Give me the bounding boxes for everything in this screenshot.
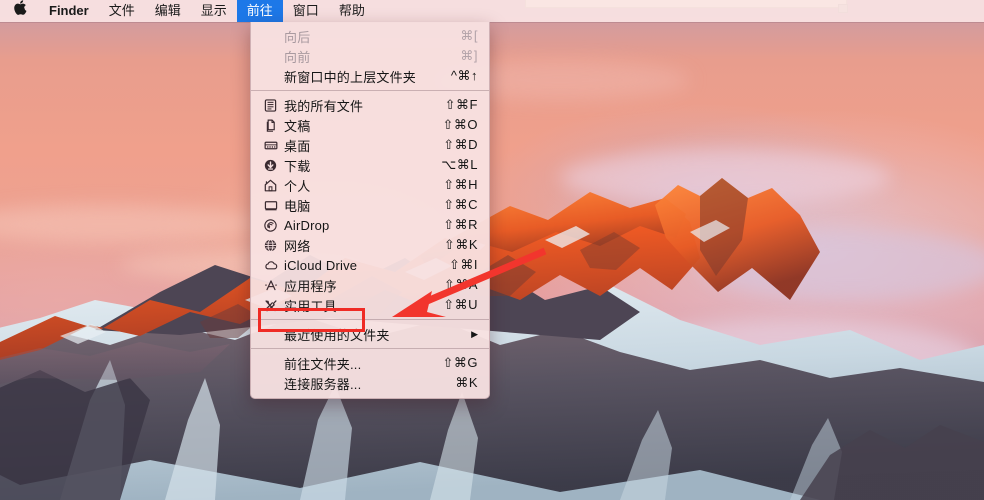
airdrop-icon	[261, 218, 280, 232]
menu-bar-item-file[interactable]: 文件	[99, 0, 145, 22]
menu-bar-item-edit[interactable]: 编辑	[145, 0, 191, 22]
menu-bar-item-view[interactable]: 显示	[191, 0, 237, 22]
menu-item-shortcut: ⇧⌘A	[443, 277, 478, 292]
menu-item-label: 个人	[284, 178, 311, 194]
documents-icon	[261, 119, 280, 132]
menu-item-label: 连接服务器...	[284, 376, 362, 392]
all-files-icon	[261, 98, 280, 112]
menu-item-label: 网络	[284, 238, 311, 254]
menu-item-shortcut: ⇧⌘H	[443, 177, 478, 192]
desktop-icon	[261, 139, 280, 152]
menu-item-applications[interactable]: 应用程序 ⇧⌘A	[251, 275, 489, 295]
menu-item-label: iCloud Drive	[284, 257, 358, 273]
menu-item-shortcut: ⇧⌘K	[443, 237, 478, 252]
menu-item-documents[interactable]: 文稿 ⇧⌘O	[251, 115, 489, 135]
menu-item-shortcut: ⇧⌘F	[444, 97, 478, 112]
menu-item-icloud-drive[interactable]: iCloud Drive ⇧⌘I	[251, 255, 489, 275]
menu-item-label: 我的所有文件	[284, 98, 364, 114]
desktop-screen: Finder 文件 编辑 显示 前往 窗口 帮助 向后 ⌘[ 向前 ⌘] 新窗口…	[0, 0, 984, 500]
menu-item-downloads[interactable]: 下载 ⌥⌘L	[251, 155, 489, 175]
menu-item-label: 向前	[284, 49, 311, 65]
menu-bar-item-help[interactable]: 帮助	[329, 0, 375, 22]
menu-bar: Finder 文件 编辑 显示 前往 窗口 帮助	[0, 0, 984, 22]
menu-item-label: 新窗口中的上层文件夹	[284, 69, 417, 85]
menu-item-label: 向后	[284, 29, 311, 45]
menu-item-utilities[interactable]: 实用工具 ⇧⌘U	[251, 295, 489, 315]
menu-item-shortcut: ⇧⌘D	[443, 137, 478, 152]
menu-item-label: 应用程序	[284, 278, 337, 294]
utilities-icon	[261, 299, 280, 312]
submenu-arrow-icon: ▶	[471, 328, 478, 339]
menu-item-shortcut: ⌘K	[455, 375, 478, 390]
menu-item-label: 实用工具	[284, 298, 337, 314]
menu-item-label: 电脑	[284, 198, 311, 214]
menu-item-all-my-files[interactable]: 我的所有文件 ⇧⌘F	[251, 95, 489, 115]
apple-logo-icon	[14, 0, 27, 15]
menu-item-shortcut: ⌘[	[460, 28, 478, 43]
go-menu-dropdown: 向后 ⌘[ 向前 ⌘] 新窗口中的上层文件夹 ^⌘↑ 我的所有文件 ⇧⌘F 文稿…	[250, 22, 490, 399]
menu-item-home[interactable]: 个人 ⇧⌘H	[251, 175, 489, 195]
wallpaper-mountain-range	[0, 178, 984, 500]
menu-item-computer[interactable]: 电脑 ⇧⌘C	[251, 195, 489, 215]
home-icon	[261, 179, 280, 192]
menu-item-recent-folders[interactable]: 最近使用的文件夹 ▶	[251, 324, 489, 344]
menu-bar-item-window[interactable]: 窗口	[283, 0, 329, 22]
menu-item-connect-to-server[interactable]: 连接服务器... ⌘K	[251, 373, 489, 393]
menu-item-label: 桌面	[284, 138, 311, 154]
menu-item-shortcut: ⇧⌘I	[448, 257, 478, 272]
menu-item-shortcut: ⇧⌘C	[443, 197, 478, 212]
menu-bar-item-finder[interactable]: Finder	[39, 0, 99, 22]
menu-item-desktop[interactable]: 桌面 ⇧⌘D	[251, 135, 489, 155]
menu-item-shortcut: ⇧⌘G	[442, 355, 478, 370]
menu-item-shortcut: ⌥⌘L	[441, 157, 478, 172]
menu-item-label: 最近使用的文件夹	[284, 327, 390, 343]
menu-separator	[251, 319, 489, 320]
apple-menu-icon[interactable]	[0, 0, 39, 22]
menu-item-shortcut: ⌘]	[460, 48, 478, 63]
menu-item-label: 前往文件夹...	[284, 356, 362, 372]
computer-icon	[261, 199, 280, 212]
network-icon	[261, 238, 280, 252]
menu-item-label: AirDrop	[284, 217, 330, 233]
menu-item-label: 文稿	[284, 118, 311, 134]
menu-separator	[251, 90, 489, 91]
menu-item-shortcut: ⇧⌘U	[443, 297, 478, 312]
menu-separator	[251, 348, 489, 349]
menu-item-label: 下载	[284, 158, 311, 174]
menu-item-shortcut: ⇧⌘O	[442, 117, 478, 132]
menu-item-network[interactable]: 网络 ⇧⌘K	[251, 235, 489, 255]
menu-item-shortcut: ⇧⌘R	[443, 217, 478, 232]
menu-item-shortcut: ^⌘↑	[450, 68, 478, 83]
icloud-icon	[261, 259, 280, 272]
menu-item-go-to-folder[interactable]: 前往文件夹... ⇧⌘G	[251, 353, 489, 373]
menu-item-forward[interactable]: 向前 ⌘]	[251, 46, 489, 66]
menu-bar-item-go[interactable]: 前往	[236, 0, 283, 22]
applications-icon	[261, 279, 280, 292]
menu-item-enclosing-folder[interactable]: 新窗口中的上层文件夹 ^⌘↑	[251, 66, 489, 86]
menu-item-back[interactable]: 向后 ⌘[	[251, 26, 489, 46]
downloads-icon	[261, 159, 280, 172]
menu-item-airdrop[interactable]: AirDrop ⇧⌘R	[251, 215, 489, 235]
